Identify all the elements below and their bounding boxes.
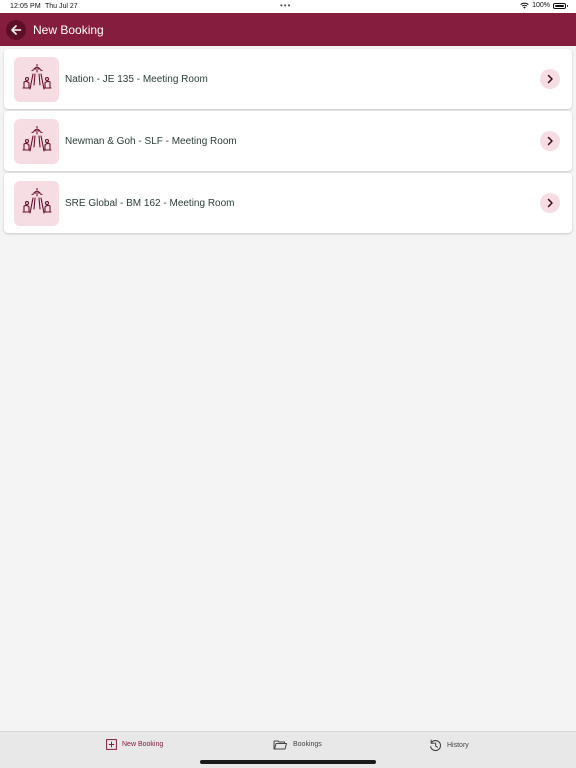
status-right: 100%: [520, 2, 568, 9]
wifi-icon: [520, 2, 529, 9]
multitasking-dots-icon[interactable]: •••: [280, 1, 291, 10]
tab-new-booking-label: New Booking: [122, 741, 164, 748]
status-bar: 12:05 PM Thu Jul 27 ••• 100%: [0, 0, 576, 13]
folder-icon: [273, 740, 287, 750]
tab-history[interactable]: History: [429, 739, 469, 752]
chevron-right-icon[interactable]: [540, 131, 560, 151]
tab-bookings[interactable]: Bookings: [273, 739, 322, 750]
page-title: New Booking: [33, 22, 104, 37]
battery-percent: 100%: [532, 2, 550, 9]
room-name: SRE Global - BM 162 - Meeting Room: [65, 197, 235, 209]
status-time: 12:05 PM: [10, 3, 41, 10]
room-list-item[interactable]: Nation - JE 135 - Meeting Room: [4, 49, 572, 109]
app-header: New Booking: [0, 13, 576, 46]
tab-history-label: History: [447, 742, 469, 749]
room-list-item[interactable]: Newman & Goh - SLF - Meeting Room: [4, 111, 572, 171]
room-name: Newman & Goh - SLF - Meeting Room: [65, 135, 237, 147]
room-name: Nation - JE 135 - Meeting Room: [65, 73, 208, 85]
tab-bookings-label: Bookings: [293, 741, 322, 748]
meeting-room-icon: [14, 118, 59, 164]
meeting-room-icon: [14, 56, 59, 102]
room-list: Nation - JE 135 - Meeting Room Newman &: [4, 49, 572, 235]
status-date: Thu Jul 27: [45, 3, 78, 10]
home-indicator[interactable]: [200, 760, 376, 764]
history-icon: [430, 739, 442, 752]
plus-square-icon: [106, 739, 117, 750]
meeting-room-icon: [14, 180, 59, 226]
battery-icon: [553, 2, 568, 9]
chevron-right-icon[interactable]: [540, 193, 560, 213]
room-list-item[interactable]: SRE Global - BM 162 - Meeting Room: [4, 173, 572, 233]
chevron-right-icon[interactable]: [540, 69, 560, 89]
back-button[interactable]: [6, 19, 26, 40]
tab-new-booking[interactable]: New Booking: [106, 739, 163, 750]
arrow-left-icon: [11, 24, 22, 35]
